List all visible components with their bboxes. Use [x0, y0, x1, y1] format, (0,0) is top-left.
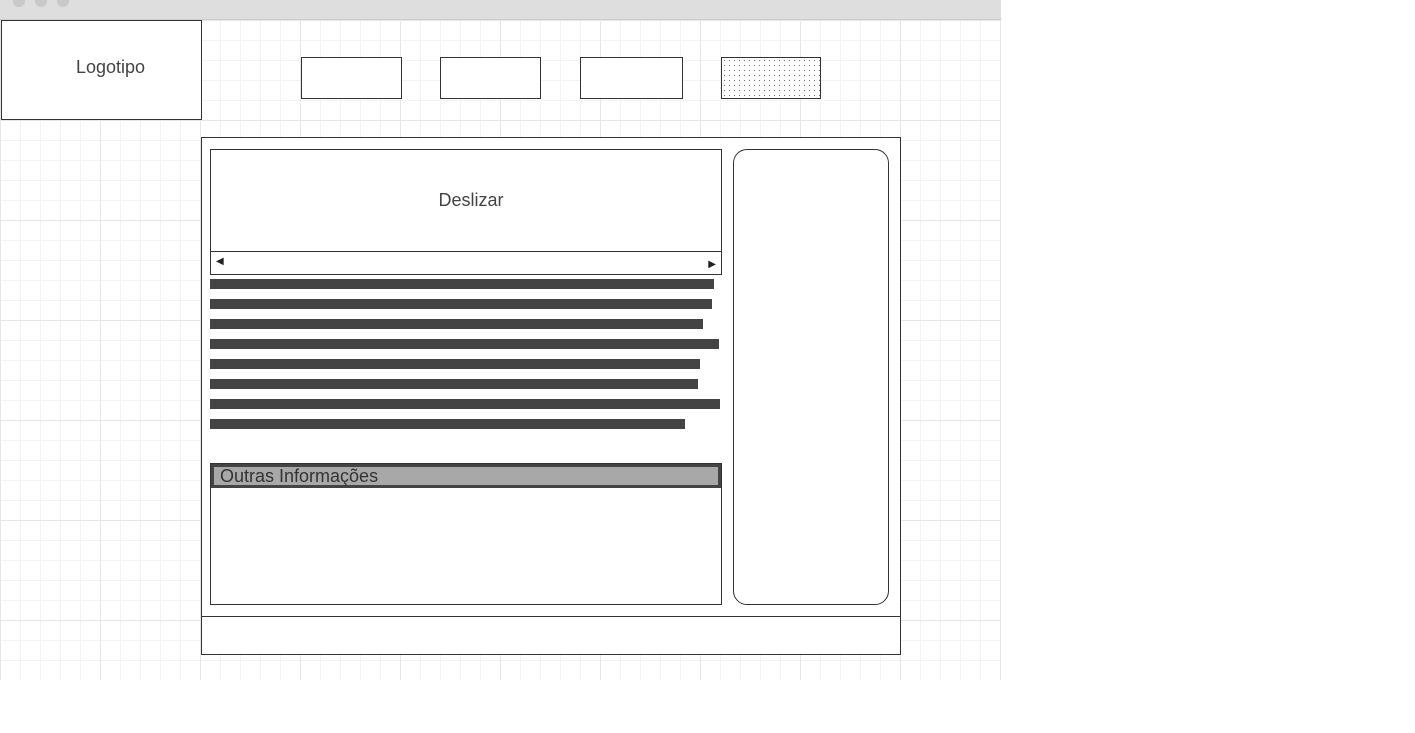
- nav-button-1[interactable]: [301, 57, 402, 99]
- nav-button-3[interactable]: [580, 57, 683, 99]
- window-close-button[interactable]: [13, 0, 25, 7]
- scroll-left-icon[interactable]: ◀: [216, 257, 224, 267]
- scroll-right-icon[interactable]: ▶: [708, 260, 716, 270]
- other-info-title: Outras Informações: [211, 464, 721, 488]
- text-placeholder-line: [210, 419, 685, 429]
- sidebar-panel: [733, 149, 889, 605]
- logo[interactable]: Logotipo: [1, 20, 202, 120]
- other-info-panel: Outras Informações: [210, 463, 722, 605]
- text-placeholder-line: [210, 399, 720, 409]
- text-placeholder-line: [210, 279, 714, 289]
- text-placeholder-line: [210, 339, 719, 349]
- text-placeholder-line: [210, 359, 700, 369]
- slider-scrollbar[interactable]: ◀ ▶: [210, 251, 722, 275]
- text-placeholder-line: [210, 319, 703, 329]
- nav-button-4-selected[interactable]: [721, 57, 821, 99]
- wireframe-canvas: Logotipo Deslizar ◀ ▶ Outras Informações: [0, 0, 1001, 680]
- window-minimize-button[interactable]: [35, 0, 47, 7]
- image-slider[interactable]: Deslizar: [210, 149, 722, 252]
- logo-label: Logotipo: [75, 56, 146, 77]
- window-titlebar: [0, 0, 1001, 20]
- slider-label: Deslizar: [438, 190, 504, 210]
- text-placeholder-line: [210, 379, 698, 389]
- footer: [201, 616, 901, 655]
- nav-button-2[interactable]: [440, 57, 541, 99]
- window-maximize-button[interactable]: [57, 0, 69, 7]
- text-placeholder-line: [210, 299, 712, 309]
